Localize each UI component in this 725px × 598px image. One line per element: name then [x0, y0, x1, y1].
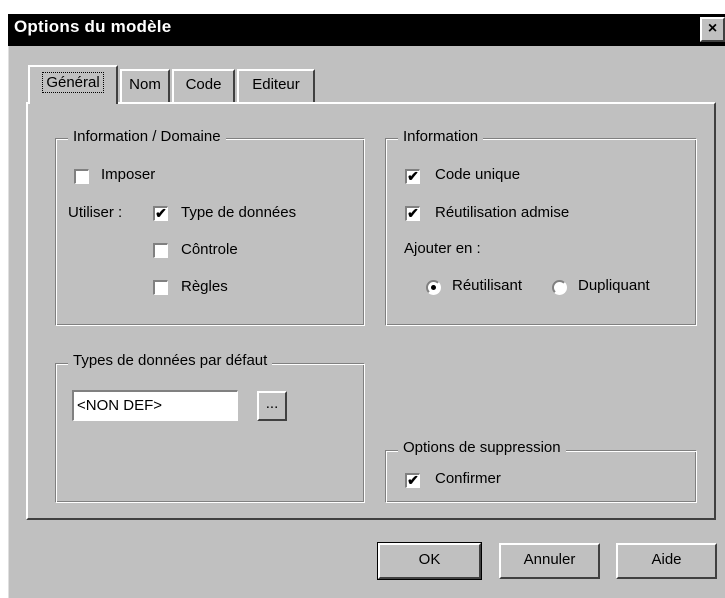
reutilisation-label: Réutilisation admise: [435, 204, 570, 221]
group-information-domaine-legend: Information / Domaine: [68, 128, 226, 145]
dupliquant-radio[interactable]: [552, 280, 567, 295]
browse-button[interactable]: ...: [257, 391, 287, 421]
group-suppression: [385, 450, 697, 503]
window-title: Options du modèle: [14, 17, 172, 36]
check-icon: ✔: [407, 205, 419, 221]
active-tab-join: [30, 101, 116, 105]
type-donnees-label: Type de données: [181, 204, 297, 221]
code-unique-label: Code unique: [435, 166, 521, 183]
tab-general[interactable]: Général: [28, 65, 118, 104]
check-icon: ✔: [407, 168, 419, 184]
tab-code[interactable]: Code: [172, 69, 235, 104]
imposer-label: Imposer: [101, 166, 156, 183]
check-icon: ✔: [155, 205, 167, 221]
ajouter-label: Ajouter en :: [404, 240, 481, 257]
group-suppression-legend: Options de suppression: [398, 439, 566, 456]
reutilisation-checkbox[interactable]: ✔: [405, 206, 420, 221]
reutilisant-label: Réutilisant: [452, 277, 523, 294]
imposer-checkbox[interactable]: [74, 169, 89, 184]
close-icon: ×: [707, 20, 718, 37]
controle-checkbox[interactable]: [153, 243, 168, 258]
group-types-defaut: [55, 363, 365, 503]
reutilisant-radio[interactable]: [426, 280, 441, 295]
help-button[interactable]: Aide: [616, 543, 717, 579]
group-information-legend: Information: [398, 128, 484, 145]
ok-button[interactable]: OK: [377, 542, 482, 580]
tab-nom[interactable]: Nom: [120, 69, 170, 104]
tab-editeur[interactable]: Editeur: [237, 69, 315, 104]
controle-label: Côntrole: [181, 241, 238, 258]
group-information: [385, 138, 697, 326]
tab-nom-label: Nom: [129, 76, 161, 93]
code-unique-checkbox[interactable]: ✔: [405, 169, 420, 184]
close-button[interactable]: ×: [700, 17, 725, 42]
type-donnees-checkbox[interactable]: ✔: [153, 206, 168, 221]
tab-general-label: Général: [42, 72, 104, 93]
utiliser-label: Utiliser :: [68, 204, 123, 221]
dupliquant-label: Dupliquant: [578, 277, 650, 294]
regles-checkbox[interactable]: [153, 280, 168, 295]
cancel-button[interactable]: Annuler: [499, 543, 600, 579]
check-icon: ✔: [407, 472, 419, 488]
regles-label: Règles: [181, 278, 228, 295]
confirmer-label: Confirmer: [435, 470, 501, 487]
confirmer-checkbox[interactable]: ✔: [405, 473, 420, 488]
tab-editeur-label: Editeur: [252, 76, 300, 93]
group-types-defaut-legend: Types de données par défaut: [68, 352, 273, 369]
default-type-field[interactable]: <NON DEF>: [72, 390, 238, 421]
tab-code-label: Code: [185, 76, 222, 93]
